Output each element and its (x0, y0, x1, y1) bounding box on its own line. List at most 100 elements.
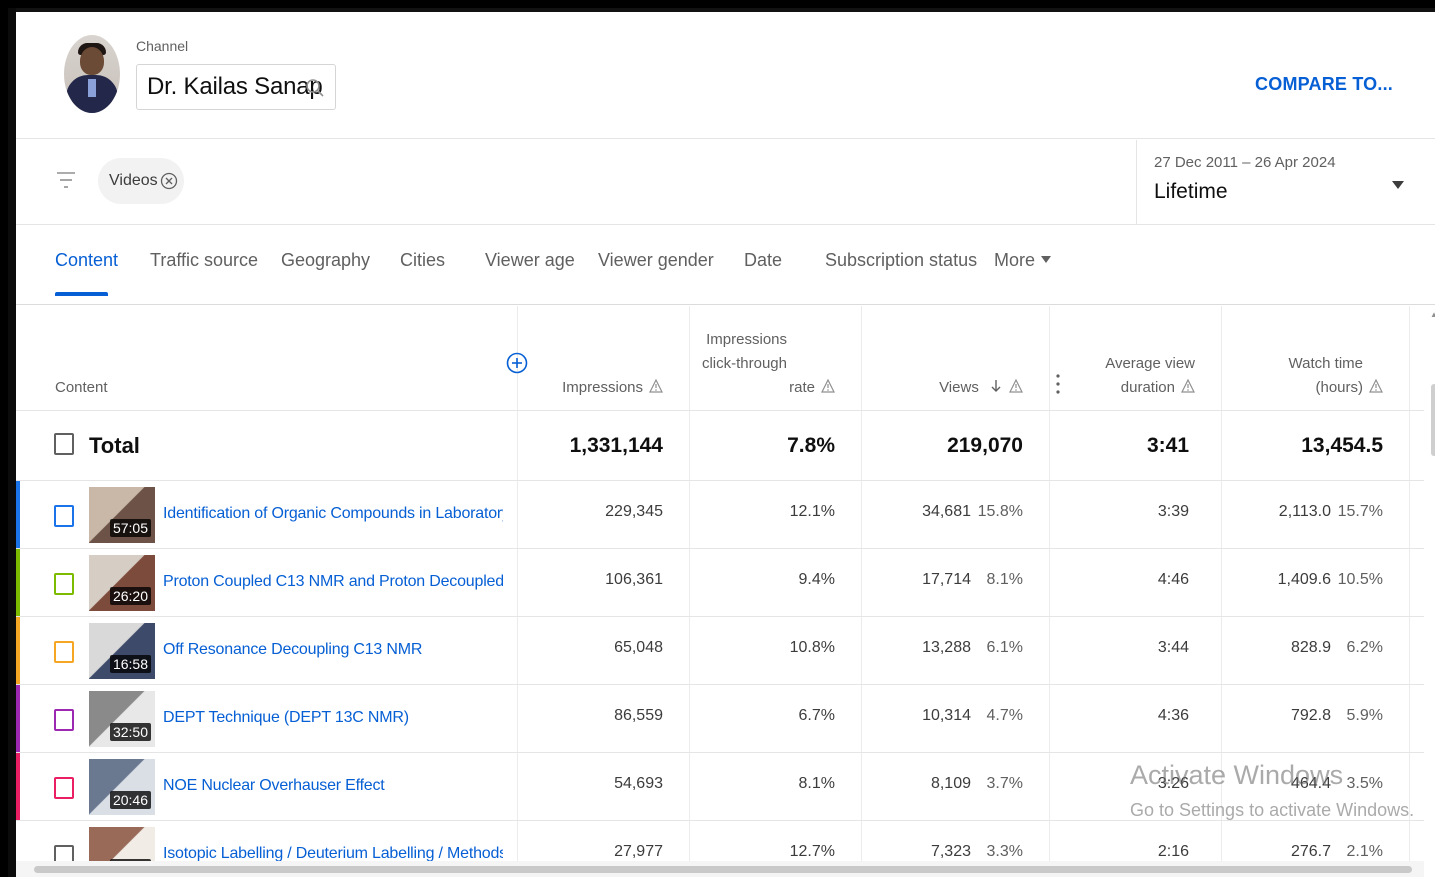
row-watch-time: 2,113.0 (1278, 503, 1331, 520)
row-ctr: 12.1% (789, 503, 835, 520)
video-title-link[interactable]: NOE Nuclear Overhauser Effect (163, 777, 385, 795)
row-views: 17,714 (922, 571, 971, 588)
row-views-percent: 3.3% (986, 843, 1023, 860)
filter-chip-videos[interactable]: Videos (98, 158, 184, 204)
row-watch-time: 1,409.6 (1277, 571, 1331, 588)
row-checkbox[interactable] (54, 573, 74, 595)
tab-more-label: More (994, 250, 1036, 270)
series-color-stripe (16, 481, 20, 549)
row-avg-view-duration: 3:44 (1157, 639, 1189, 656)
video-thumbnail[interactable]: 16:58 (89, 623, 155, 679)
row-ctr: 6.7% (798, 707, 835, 724)
caret-down-icon[interactable] (1391, 178, 1405, 192)
row-checkbox[interactable] (54, 709, 74, 731)
divider (16, 138, 1435, 139)
date-range-text: 27 Dec 2011 – 26 Apr 2024 (1154, 154, 1336, 171)
video-thumbnail[interactable]: 20:46 (89, 759, 155, 815)
scrollbar-thumb[interactable] (1431, 384, 1435, 456)
filter-icon[interactable] (54, 168, 78, 192)
tab-subscription-status[interactable]: Subscription status (825, 250, 977, 271)
tab-traffic-source[interactable]: Traffic source (150, 250, 258, 271)
row-checkbox[interactable] (54, 505, 74, 527)
dimension-tabs: Content Traffic source Geography Cities … (16, 224, 1435, 304)
active-tab-indicator (55, 292, 108, 296)
video-thumbnail[interactable]: 32:50 (89, 691, 155, 747)
table-row: 32:50 DEPT Technique (DEPT 13C NMR) 86,559… (16, 684, 1435, 753)
header-ctr-line3: rate (789, 379, 815, 396)
scroll-up-arrow-icon[interactable]: ▲ (1430, 310, 1435, 319)
date-range-selector[interactable]: 27 Dec 2011 – 26 Apr 2024 Lifetime (1136, 140, 1435, 224)
row-checkbox[interactable] (54, 641, 74, 663)
activate-windows-title: Activate Windows (1130, 760, 1344, 790)
video-title-link[interactable]: Identification of Organic Compounds in L… (163, 505, 503, 523)
date-preset-text: Lifetime (1154, 180, 1228, 203)
vertical-scrollbar[interactable]: ▲ (1424, 306, 1435, 861)
content-table: Content Impressions Impressions click-th… (16, 306, 1435, 877)
video-title-link[interactable]: Off Resonance Decoupling C13 NMR (163, 641, 422, 659)
row-impressions: 65,048 (614, 639, 663, 656)
row-watch-time-percent: 3.5% (1346, 775, 1383, 792)
video-title-link[interactable]: DEPT Technique (DEPT 13C NMR) (163, 709, 409, 727)
tab-viewer-age[interactable]: Viewer age (485, 250, 575, 271)
row-avg-view-duration: 4:46 (1157, 571, 1189, 588)
tab-cities[interactable]: Cities (400, 250, 445, 271)
tab-more[interactable]: More (994, 250, 1052, 271)
series-color-stripe (16, 685, 20, 753)
tab-viewer-gender[interactable]: Viewer gender (598, 250, 714, 271)
channel-name: Dr. Kailas Sanap (147, 73, 323, 100)
video-duration: 20:46 (109, 791, 151, 809)
video-thumbnail[interactable]: 26:20 (89, 555, 155, 611)
warning-icon (649, 379, 663, 393)
analytics-window: Channel Dr. Kailas Sanap COMPARE TO... V… (8, 8, 1435, 877)
horizontal-scrollbar[interactable] (16, 861, 1424, 877)
compare-to-button[interactable]: COMPARE TO... (1255, 74, 1393, 95)
row-ctr: 12.7% (789, 843, 835, 860)
add-column-icon[interactable] (506, 352, 528, 374)
row-views: 34,681 (922, 503, 971, 520)
video-duration: 57:05 (109, 519, 151, 537)
row-watch-time-percent: 5.9% (1346, 707, 1383, 724)
row-views-percent: 6.1% (986, 639, 1023, 656)
header-watch-time[interactable]: Watch time (hours) (1289, 352, 1383, 400)
series-color-stripe (16, 617, 20, 685)
channel-selector[interactable]: Dr. Kailas Sanap (136, 64, 336, 110)
total-views: 219,070 (947, 434, 1023, 457)
search-icon[interactable] (305, 78, 325, 98)
tab-geography[interactable]: Geography (281, 250, 370, 271)
series-color-stripe (16, 753, 20, 821)
header-impressions[interactable]: Impressions (562, 376, 663, 400)
header-avg-view-duration[interactable]: Average view duration (1105, 352, 1195, 400)
row-impressions: 54,693 (614, 775, 663, 792)
filter-chip-label: Videos (109, 172, 158, 189)
scrollbar-thumb[interactable] (34, 866, 1412, 873)
header-ctr-line1: Impressions (706, 331, 787, 348)
row-views-percent: 8.1% (986, 571, 1023, 588)
row-ctr: 9.4% (798, 571, 835, 588)
header-avd-line2: duration (1120, 379, 1175, 396)
total-checkbox[interactable] (54, 433, 74, 455)
video-duration: 16:58 (109, 655, 151, 673)
header-avd-line1: Average view (1105, 355, 1195, 372)
total-ctr: 7.8% (787, 434, 835, 457)
row-checkbox[interactable] (54, 777, 74, 799)
row-views-percent: 4.7% (986, 707, 1023, 724)
row-watch-time-percent: 2.1% (1346, 843, 1383, 860)
close-icon[interactable] (160, 172, 178, 190)
video-title-link[interactable]: Proton Coupled C13 NMR and Proton Decoup… (163, 573, 503, 591)
video-thumbnail[interactable]: 57:05 (89, 487, 155, 543)
header-views[interactable]: Views (939, 376, 1023, 400)
sort-down-arrow-icon[interactable] (989, 379, 1003, 393)
row-views-percent: 3.7% (986, 775, 1023, 792)
row-impressions: 229,345 (605, 503, 663, 520)
tab-date[interactable]: Date (744, 250, 782, 271)
header-ctr[interactable]: Impressions click-through rate (702, 328, 835, 400)
row-avg-view-duration: 3:39 (1157, 503, 1189, 520)
more-vert-icon[interactable] (1055, 372, 1061, 396)
warning-icon (1369, 379, 1383, 393)
header-ctr-line2: click-through (701, 355, 787, 372)
tab-content[interactable]: Content (55, 250, 118, 271)
row-views: 10,314 (922, 707, 971, 724)
header-content: Content (55, 379, 108, 396)
row-watch-time-percent: 15.7% (1337, 503, 1383, 520)
channel-avatar (64, 35, 120, 113)
